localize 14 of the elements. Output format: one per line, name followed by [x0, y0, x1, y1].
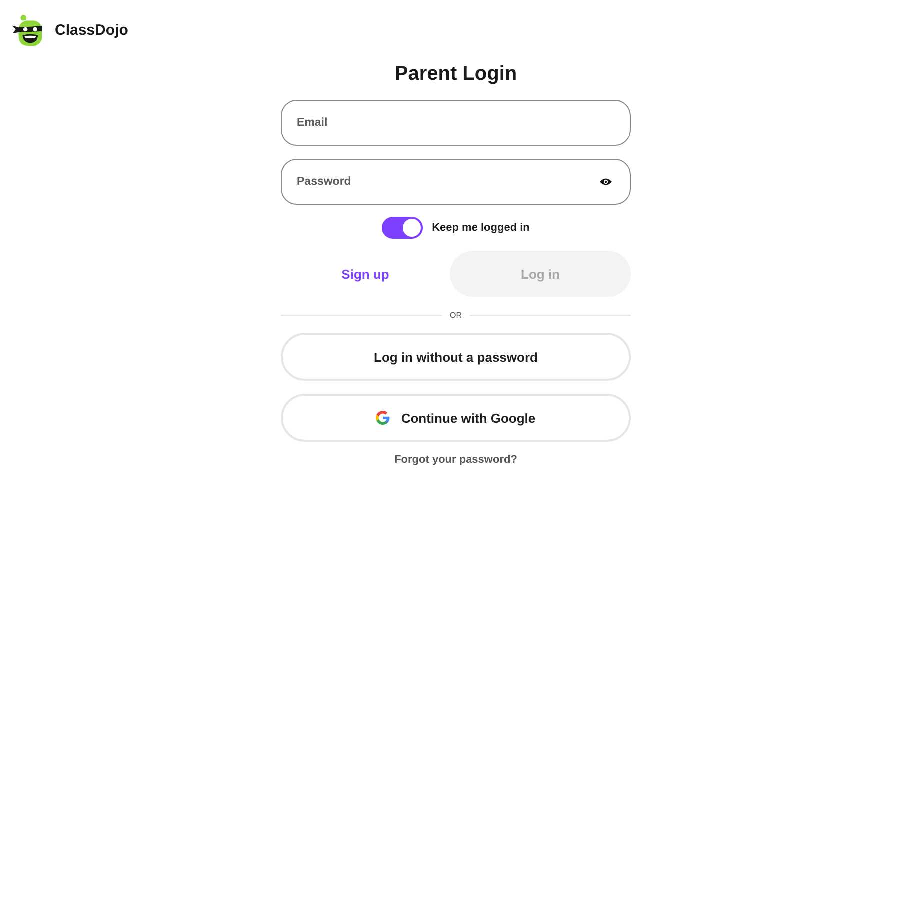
google-sign-in-button[interactable]: Continue with Google: [281, 394, 631, 442]
password-field[interactable]: Password: [281, 159, 631, 205]
mascot-logo-icon: [12, 14, 45, 46]
eye-icon[interactable]: [600, 178, 612, 186]
email-field[interactable]: Email: [281, 100, 631, 146]
divider-label: OR: [450, 310, 462, 320]
toggle-switch[interactable]: [382, 217, 424, 239]
brand-name: ClassDojo: [55, 22, 128, 38]
toggle-label: Keep me logged in: [432, 222, 530, 234]
sign-up-link[interactable]: Sign up: [281, 251, 450, 297]
forgot-password-link[interactable]: Forgot your password?: [394, 454, 518, 466]
page-title: Parent Login: [394, 62, 518, 86]
google-g-icon: [376, 411, 390, 425]
passwordless-login-button[interactable]: Log in without a password: [281, 333, 631, 381]
